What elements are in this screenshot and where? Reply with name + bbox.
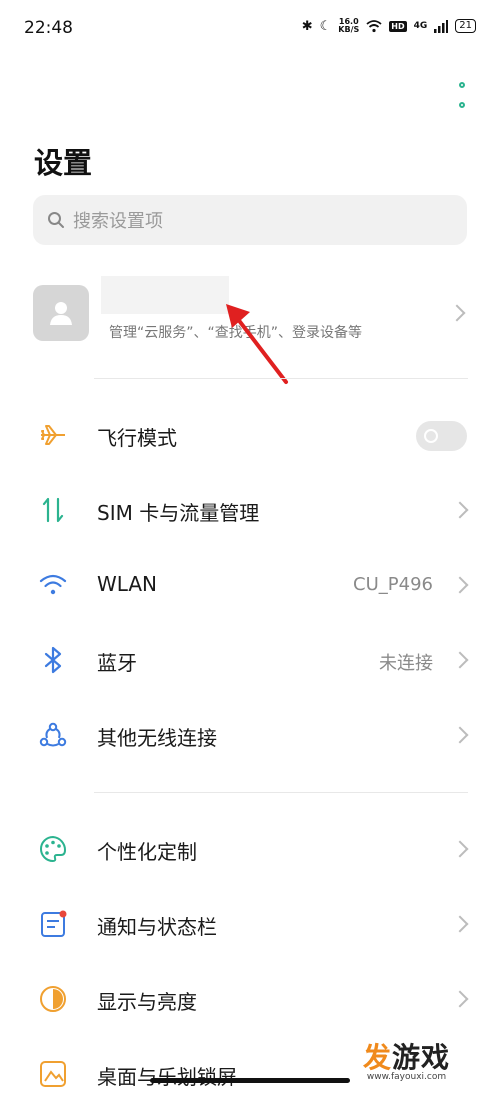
wlan-row[interactable]: WLAN CU_P496 (0, 555, 500, 615)
notification-panel-icon (41, 910, 67, 937)
brightness-icon (40, 986, 66, 1012)
search-input[interactable]: 搜索设置项 (33, 195, 467, 245)
wifi-icon (39, 574, 67, 595)
bluetooth-label: 蓝牙 (97, 651, 137, 675)
hd-badge: HD (389, 20, 407, 32)
do-not-disturb-moon-icon: ☾ (319, 18, 332, 34)
bluetooth-status-icon: ✱ (301, 18, 313, 34)
desktop-lockscreen-label: 桌面与乐划锁屏 (97, 1065, 237, 1089)
airplane-mode-label: 飞行模式 (97, 426, 177, 450)
airplane-mode-toggle[interactable] (416, 421, 467, 451)
chevron-right-icon (451, 501, 469, 519)
section-divider (94, 378, 468, 379)
bluetooth-icon (44, 646, 62, 674)
status-time: 22:48 (24, 18, 73, 38)
wlan-label: WLAN (97, 572, 158, 596)
account-name-redacted (101, 276, 229, 314)
sim-management-label: SIM 卡与流量管理 (97, 501, 260, 525)
share-connections-icon (39, 722, 67, 747)
watermark-text-orange: 发 (362, 1041, 392, 1074)
chevron-right-icon (451, 990, 469, 1008)
user-avatar-icon (50, 302, 72, 325)
watermark-logo: 发游戏 www.fayouxi.com (363, 1036, 450, 1082)
chevron-right-icon (451, 840, 469, 858)
wlan-network-name: CU_P496 (353, 574, 433, 595)
chevron-right-icon (451, 651, 469, 669)
battery-indicator: 21 (455, 19, 476, 33)
desktop-wallpaper-icon (40, 1061, 66, 1087)
display-brightness-row[interactable]: 显示与亮度 (0, 969, 500, 1029)
chevron-right-icon (451, 726, 469, 744)
signal-strength-icon (434, 19, 449, 33)
annotation-arrow (226, 304, 288, 384)
toggle-knob (424, 429, 438, 443)
bluetooth-status: 未连接 (379, 653, 433, 674)
display-brightness-label: 显示与亮度 (97, 990, 197, 1014)
network-type: 4G (413, 21, 428, 31)
page-title: 设置 (34, 146, 93, 180)
wifi-status-icon (366, 19, 382, 32)
watermark-url: www.fayouxi.com (366, 1072, 447, 1082)
chevron-right-icon (451, 576, 469, 594)
status-icons: ✱ ☾ 16.0 KB/S HD 4G 21 (302, 18, 476, 34)
notifications-row[interactable]: 通知与状态栏 (0, 894, 500, 954)
bluetooth-row[interactable]: 蓝牙 未连接 (0, 630, 500, 690)
home-indicator[interactable] (150, 1078, 350, 1083)
section-divider (94, 792, 468, 793)
other-wireless-label: 其他无线连接 (97, 726, 217, 750)
chevron-right-icon (451, 915, 469, 933)
net-speed-unit: KB/S (338, 25, 360, 34)
sim-data-arrows-icon (42, 497, 64, 523)
sim-management-row[interactable]: SIM 卡与流量管理 (0, 480, 500, 540)
palette-icon (40, 835, 67, 863)
other-wireless-row[interactable]: 其他无线连接 (0, 705, 500, 765)
airplane-mode-row[interactable]: 飞行模式 (0, 405, 500, 465)
notifications-label: 通知与状态栏 (97, 915, 217, 939)
personalization-label: 个性化定制 (97, 840, 197, 864)
avatar (33, 285, 89, 341)
watermark-text-dark: 游戏 (391, 1041, 450, 1074)
more-options-icon[interactable] (455, 82, 469, 108)
search-icon (48, 212, 64, 228)
net-speed: 16.0 KB/S (338, 18, 359, 34)
airplane-icon (41, 425, 65, 445)
personalization-row[interactable]: 个性化定制 (0, 819, 500, 879)
search-placeholder: 搜索设置项 (73, 211, 163, 232)
